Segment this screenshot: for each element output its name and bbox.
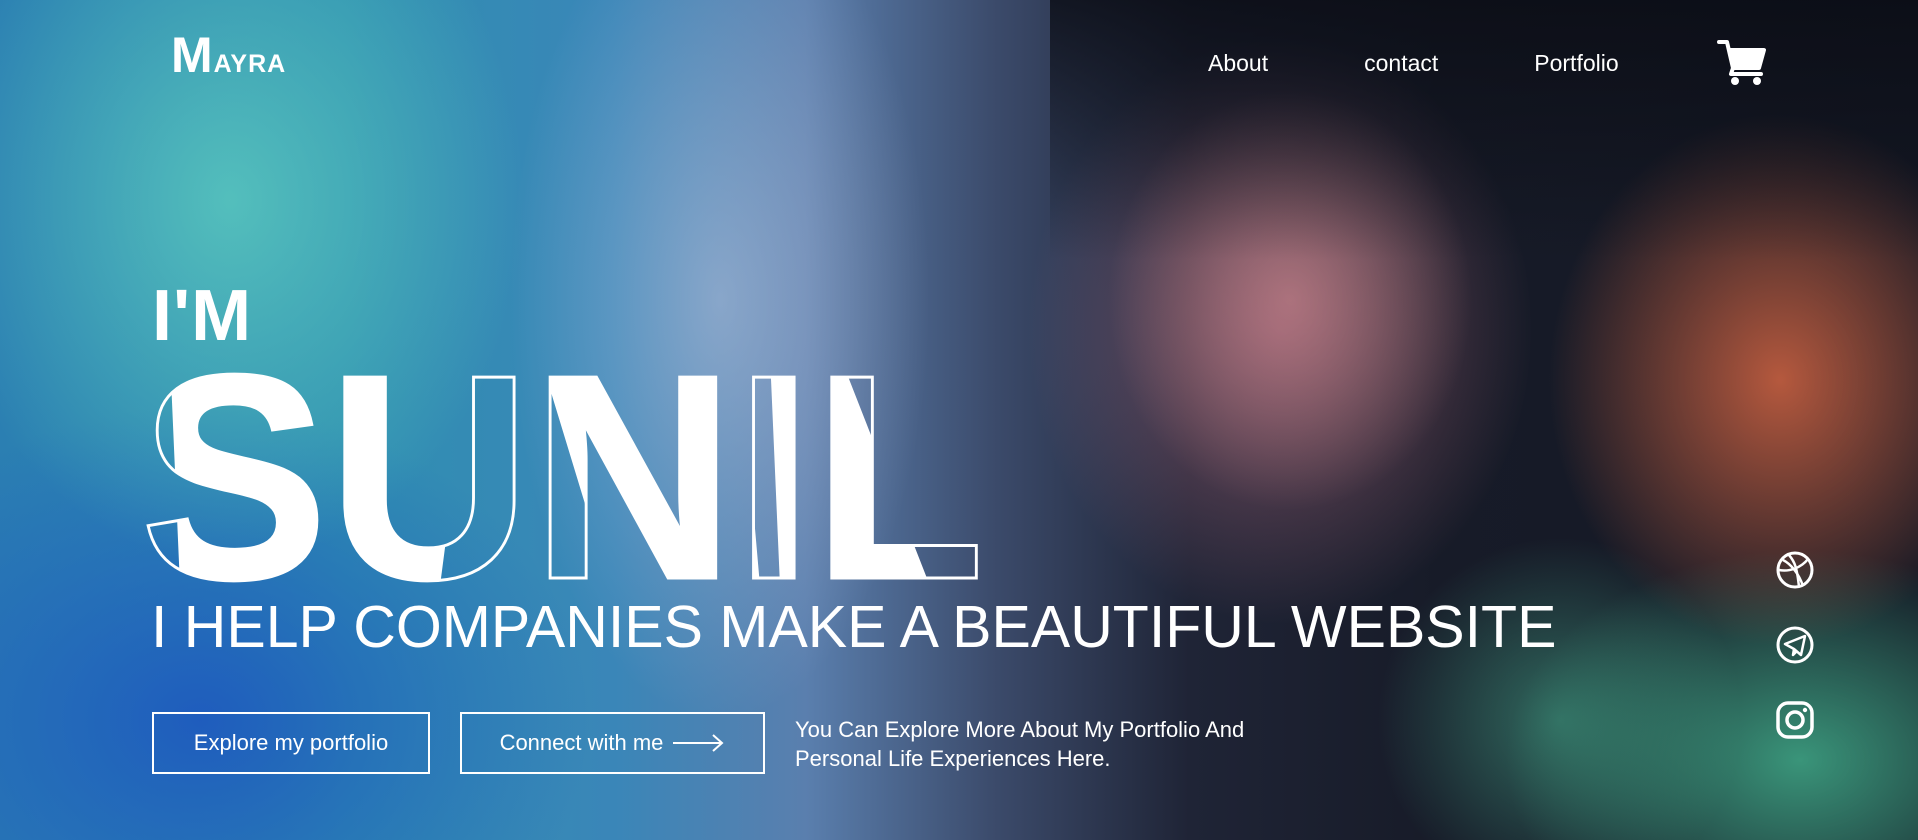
- connect-button[interactable]: Connect with me: [460, 712, 765, 774]
- main-nav: About contact Portfolio: [1208, 50, 1619, 77]
- shopping-cart-icon[interactable]: [1717, 38, 1767, 86]
- nav-about-link[interactable]: About: [1208, 50, 1268, 77]
- logo-initial: M: [171, 27, 214, 83]
- dribbble-icon[interactable]: [1775, 550, 1815, 590]
- arrow-right-icon: [673, 734, 724, 752]
- logo-rest: ayra: [213, 39, 287, 80]
- nav-portfolio-link[interactable]: Portfolio: [1534, 50, 1618, 77]
- hero-name-heading: SUNIL SUNIL: [140, 356, 987, 586]
- nav-contact-link[interactable]: contact: [1364, 50, 1438, 77]
- tagline: I HELP COMPANIES MAKE A BEAUTIFUL WEBSIT…: [151, 594, 1557, 660]
- site-logo[interactable]: Mayra: [171, 30, 286, 80]
- explore-portfolio-button[interactable]: Explore my portfolio: [152, 712, 430, 774]
- connect-button-label: Connect with me: [499, 730, 664, 755]
- instagram-icon[interactable]: [1775, 700, 1815, 740]
- background-shade: [1050, 0, 1918, 260]
- intro-blurb: You Can Explore More About My Portfolio …: [795, 717, 1245, 771]
- intro-text: I'M: [152, 276, 253, 356]
- hero-section: Mayra About contact Portfolio I'M SUNIL …: [0, 0, 1918, 840]
- explore-button-label: Explore my portfolio: [193, 730, 389, 755]
- telegram-icon[interactable]: [1775, 625, 1815, 665]
